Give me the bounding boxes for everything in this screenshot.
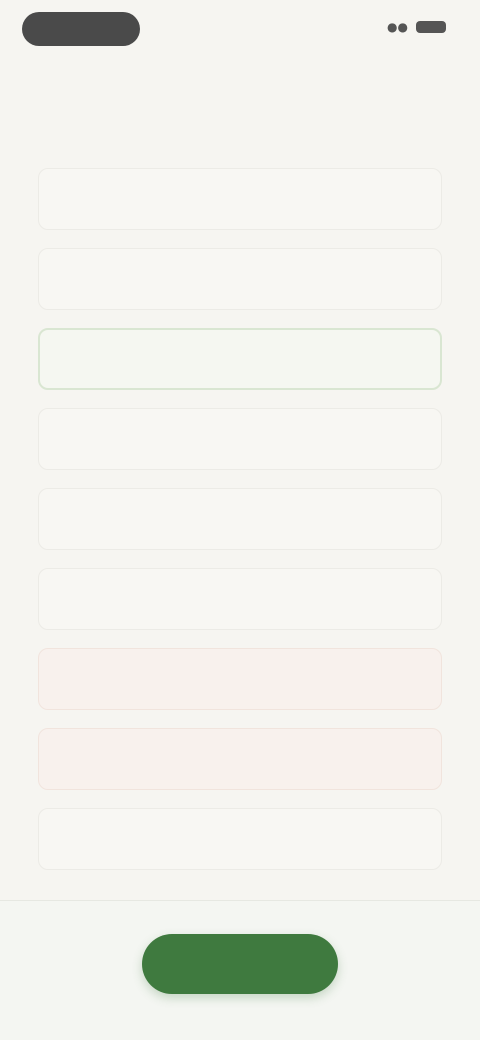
- option-6[interactable]: [38, 568, 442, 630]
- option-8[interactable]: [38, 728, 442, 790]
- continue-button[interactable]: [142, 934, 338, 994]
- option-2[interactable]: [38, 248, 442, 310]
- option-7[interactable]: [38, 648, 442, 710]
- option-5[interactable]: [38, 488, 442, 550]
- status-icons: ●●: [379, 20, 446, 34]
- option-4[interactable]: [38, 408, 442, 470]
- option-3[interactable]: [38, 328, 442, 390]
- option-9[interactable]: [38, 808, 442, 870]
- option-1[interactable]: [38, 168, 442, 230]
- status-bar: ●●: [0, 0, 480, 64]
- battery-icon: [416, 21, 446, 33]
- options-list: [38, 168, 442, 888]
- signal-icon: ●●: [387, 20, 408, 34]
- top-pill[interactable]: [22, 12, 140, 46]
- screen: ●●: [0, 0, 480, 1040]
